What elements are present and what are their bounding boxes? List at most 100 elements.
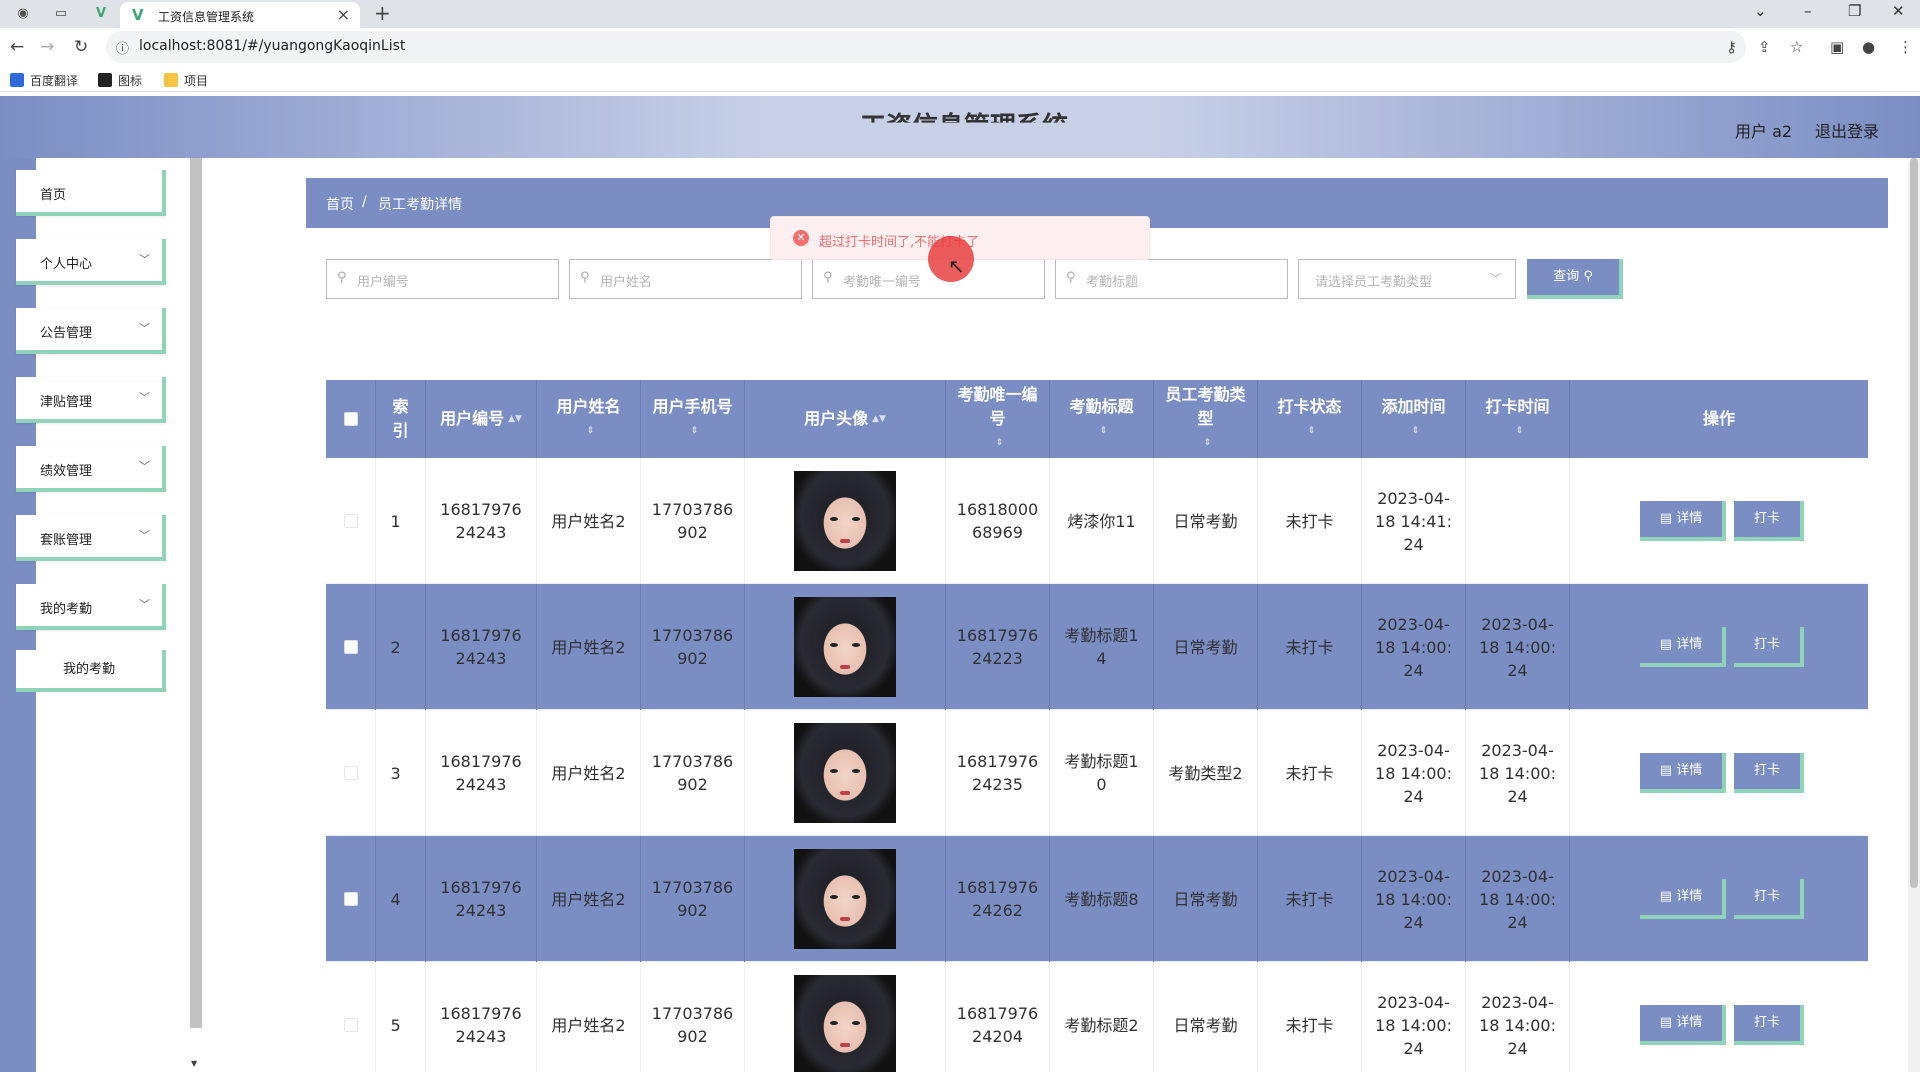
sidebar-item-my-attendance[interactable]: 我的考勤 ﹀ — [16, 584, 166, 630]
sort-icon[interactable]: ⇕ — [1516, 419, 1524, 443]
sidebar-scrollbar[interactable] — [190, 158, 202, 1028]
table-row[interactable]: 4 1681797624243 用户姓名2 17703786902 1681797624… — [326, 836, 1868, 962]
sidepanel-icon[interactable]: ▣ — [1830, 38, 1844, 56]
cell-title: 考勤标题10 — [1050, 710, 1154, 836]
cell-status: 未打卡 — [1258, 710, 1362, 836]
sort-icon[interactable]: ▲▼ — [872, 407, 886, 431]
vue-tab-icon[interactable]: V — [92, 5, 110, 23]
share-icon[interactable]: ⇪ — [1758, 38, 1771, 56]
sort-icon[interactable]: ⇕ — [1412, 419, 1420, 443]
cell-status: 未打卡 — [1258, 584, 1362, 710]
cell-user-name: 用户姓名2 — [537, 962, 641, 1072]
th-title[interactable]: 考勤标题 ⇕ — [1050, 380, 1154, 458]
type-text: 日常考勤 — [1173, 511, 1238, 531]
sort-icon[interactable]: ▲▼ — [508, 407, 522, 431]
row-checkbox[interactable] — [343, 514, 358, 528]
detail-button[interactable]: ▤ 详情 — [1640, 753, 1726, 793]
th-kaoqin-no[interactable]: 考勤唯一编号 ⇕ — [946, 380, 1050, 458]
sort-icon[interactable]: ⇕ — [1204, 431, 1212, 455]
th-user-name[interactable]: 用户姓名 ⇕ — [537, 380, 641, 458]
avatar-detail — [830, 517, 838, 521]
punch-button[interactable]: 打卡 — [1734, 627, 1804, 667]
user-no-text: 1681797624243 — [440, 500, 522, 542]
main-scrollbar[interactable] — [1910, 158, 1918, 888]
attendance-type-select[interactable]: 请选择员工考勤类型 ﹀ — [1298, 259, 1516, 299]
bookmark-icons[interactable]: 图标 — [98, 72, 142, 89]
punch-button[interactable]: 打卡 — [1734, 501, 1804, 541]
type-text: 日常考勤 — [1173, 1015, 1238, 1035]
scroll-down-icon[interactable]: ▼ — [191, 1059, 197, 1068]
row-checkbox[interactable] — [343, 892, 358, 906]
row-checkbox[interactable] — [343, 766, 358, 780]
minimize-icon[interactable]: – — [1804, 2, 1812, 20]
restore-icon[interactable]: ❐ — [1848, 2, 1861, 20]
globe-icon[interactable]: ◉ — [14, 5, 32, 23]
query-button[interactable]: 查询 ⚲ — [1527, 259, 1623, 299]
sidebar-item-account-set[interactable]: 套账管理 ﹀ — [16, 515, 166, 561]
th-status[interactable]: 打卡状态 ⇕ — [1258, 380, 1362, 458]
user-name-input[interactable]: ⚲ 用户姓名 — [569, 259, 802, 299]
user-avatar-image — [794, 975, 896, 1072]
table-row[interactable]: 2 1681797624243 用户姓名2 17703786902 1681797624… — [326, 584, 1868, 710]
sidebar-subitem-my-attendance[interactable]: 我的考勤 — [16, 650, 166, 692]
tab-list-icon[interactable]: ⌄ — [1754, 2, 1767, 20]
th-type[interactable]: 员工考勤类型 ⇕ — [1154, 380, 1258, 458]
sort-icon[interactable]: ⇕ — [1308, 419, 1316, 443]
table-row[interactable]: 5 1681797624243 用户姓名2 17703786902 1681797624… — [326, 962, 1868, 1072]
detail-button[interactable]: ▤ 详情 — [1640, 627, 1726, 667]
punch-button[interactable]: 打卡 — [1734, 1005, 1804, 1045]
new-tab-icon[interactable]: + — [374, 1, 391, 25]
forward-icon[interactable]: → — [40, 37, 54, 57]
cell-index: 3 — [376, 710, 426, 836]
menu-icon[interactable]: ⋮ — [1898, 38, 1913, 56]
profile-icon[interactable]: ● — [1862, 38, 1875, 56]
th-phone[interactable]: 用户手机号 ⇕ — [641, 380, 745, 458]
sidebar-item-notice[interactable]: 公告管理 ﹀ — [16, 308, 166, 354]
logout-button[interactable]: 退出登录 — [1815, 118, 1879, 142]
kaoqin-no-text: 1681797624262 — [956, 878, 1039, 920]
key-icon[interactable]: ⚷ — [1726, 38, 1737, 56]
url-field[interactable]: ⓘ localhost:8081/#/yuangongKaoqinList — [106, 31, 1746, 63]
table-row[interactable]: 1 1681797624243 用户姓名2 17703786902 1681800068… — [326, 458, 1868, 584]
row-checkbox[interactable] — [343, 640, 358, 654]
detail-button[interactable]: ▤ 详情 — [1640, 879, 1726, 919]
table-row[interactable]: 3 1681797624243 用户姓名2 17703786902 1681797624… — [326, 710, 1868, 836]
select-all-checkbox[interactable] — [343, 412, 358, 426]
row-checkbox[interactable] — [343, 1018, 358, 1032]
th-user-no[interactable]: 用户编号 ▲▼ — [426, 380, 537, 458]
sidebar-item-profile[interactable]: 个人中心 ﹀ — [16, 239, 166, 285]
sidebar-item-performance[interactable]: 绩效管理 ﹀ — [16, 446, 166, 492]
close-tab-icon[interactable]: × — [337, 5, 350, 24]
app-header: 工资信息管理系统 用户 a2 退出登录 — [0, 96, 1920, 158]
reload-icon[interactable]: ↻ — [74, 37, 88, 57]
site-info-icon[interactable]: ⓘ — [116, 38, 129, 57]
bookmark-project[interactable]: 项目 — [164, 72, 208, 89]
sidebar-item-allowance[interactable]: 津贴管理 ﹀ — [16, 377, 166, 423]
bookmark-baidu-translate[interactable]: 百度翻译 — [10, 72, 78, 89]
cell-actions: ▤ 详情 打卡 — [1570, 458, 1868, 584]
row-select-cell — [326, 584, 376, 710]
sort-icon[interactable]: ⇕ — [1100, 419, 1108, 443]
sort-icon[interactable]: ⇕ — [587, 419, 595, 443]
sidebar-item-home[interactable]: 首页 — [16, 170, 166, 216]
avatar-detail — [830, 643, 838, 647]
punch-button[interactable]: 打卡 — [1734, 753, 1804, 793]
cell-phone: 17703786902 — [641, 836, 745, 962]
breadcrumb-home[interactable]: 首页 — [326, 194, 354, 214]
user-no-input[interactable]: ⚲ 用户编号 — [326, 259, 559, 299]
kaoqin-title-input[interactable]: ⚲ 考勤标题 — [1055, 259, 1288, 299]
star-icon[interactable]: ☆ — [1790, 38, 1803, 56]
row-select-cell — [326, 710, 376, 836]
th-avatar[interactable]: 用户头像 ▲▼ — [745, 380, 946, 458]
punch-button[interactable]: 打卡 — [1734, 879, 1804, 919]
detail-button[interactable]: ▤ 详情 — [1640, 1005, 1726, 1045]
close-window-icon[interactable]: ✕ — [1892, 2, 1905, 20]
th-add-time[interactable]: 添加时间 ⇕ — [1362, 380, 1466, 458]
sort-icon[interactable]: ⇕ — [691, 419, 699, 443]
blank-tab-icon[interactable]: ▭ — [52, 5, 70, 23]
active-tab[interactable]: V 工资信息管理系统 × — [120, 2, 360, 28]
detail-button[interactable]: ▤ 详情 — [1640, 501, 1726, 541]
sort-icon[interactable]: ⇕ — [996, 431, 1004, 455]
back-icon[interactable]: ← — [10, 37, 24, 57]
th-punch-time[interactable]: 打卡时间 ⇕ — [1466, 380, 1570, 458]
